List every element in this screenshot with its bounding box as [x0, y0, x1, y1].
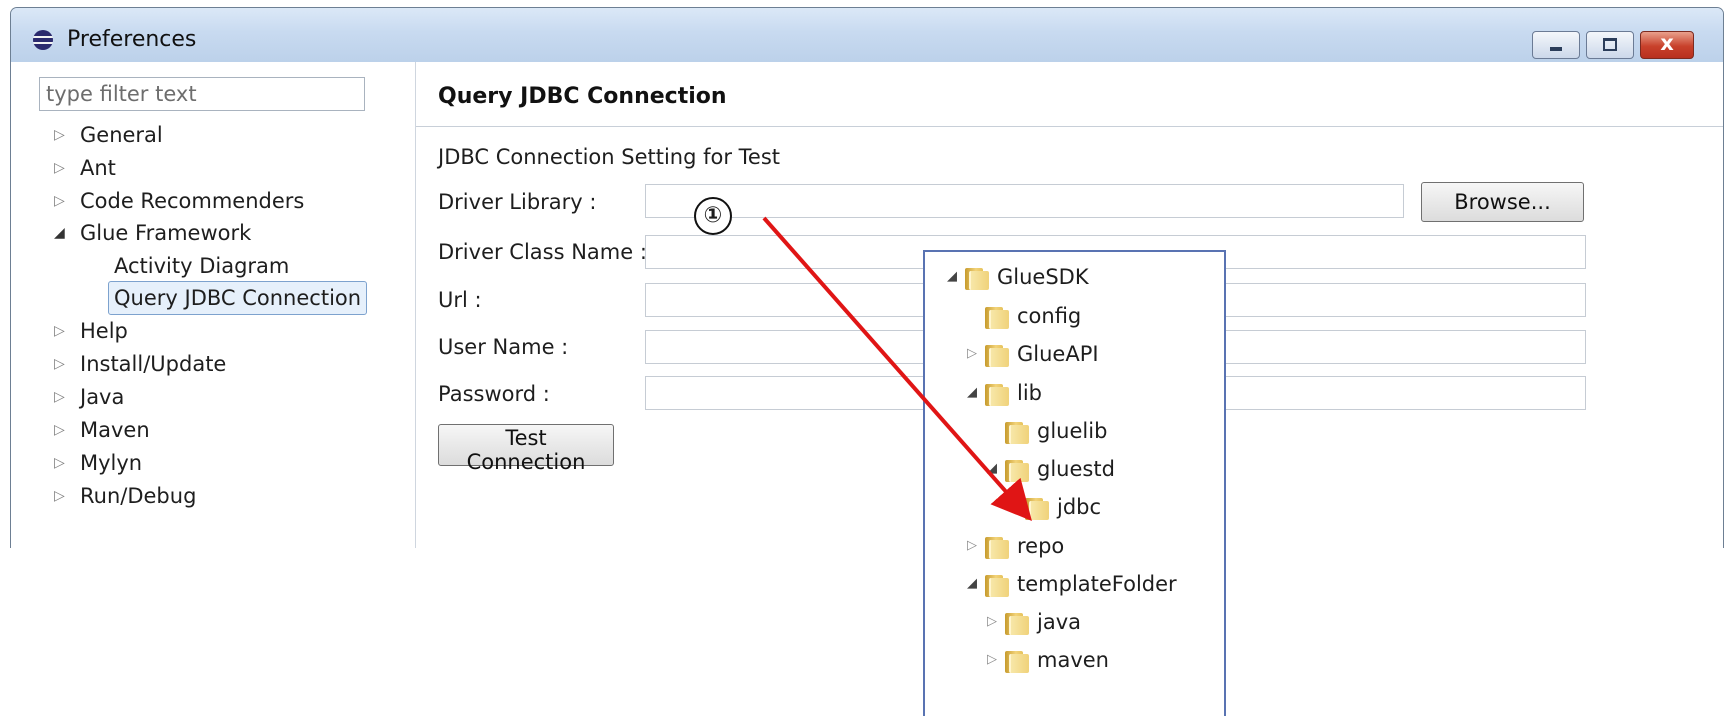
annotation-arrow — [762, 216, 1032, 521]
